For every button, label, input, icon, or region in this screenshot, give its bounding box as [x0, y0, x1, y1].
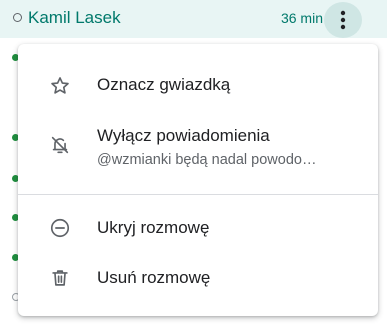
- presence-away-icon: [13, 13, 22, 22]
- chat-contact-name: Kamil Lasek: [28, 8, 121, 27]
- chat-timestamp: 36 min: [280, 10, 323, 26]
- chat-app-screen: Kamil Lasek 36 min Oznacz gwiazdką Wyłąc…: [0, 0, 387, 326]
- conversation-context-menu: Oznacz gwiazdką Wyłącz powiadomienia @wz…: [18, 44, 378, 316]
- notifications-off-icon: [48, 133, 72, 157]
- menu-item-sublabel: @wzmianki będą nadal powodo…: [97, 152, 317, 168]
- more-vert-icon: [340, 10, 346, 30]
- menu-item-label: Oznacz gwiazdką: [97, 75, 231, 94]
- menu-item-hide-conversation[interactable]: Ukryj rozmowę: [18, 204, 378, 252]
- trash-icon: [48, 266, 72, 290]
- menu-item-label: Usuń rozmowę: [97, 268, 211, 287]
- menu-item-label: Wyłącz powiadomienia: [97, 126, 270, 145]
- chat-list-item[interactable]: Kamil Lasek 36 min: [0, 0, 387, 38]
- menu-item-star[interactable]: Oznacz gwiazdką: [18, 62, 378, 110]
- menu-item-label: Ukryj rozmowę: [97, 218, 210, 237]
- more-options-button[interactable]: [324, 2, 362, 38]
- star-outline-icon: [48, 74, 72, 98]
- hide-circle-minus-icon: [48, 216, 72, 240]
- menu-item-delete-conversation[interactable]: Usuń rozmowę: [18, 254, 378, 302]
- menu-divider: [18, 194, 378, 195]
- menu-item-mute-notifications[interactable]: Wyłącz powiadomienia @wzmianki będą nada…: [18, 114, 378, 178]
